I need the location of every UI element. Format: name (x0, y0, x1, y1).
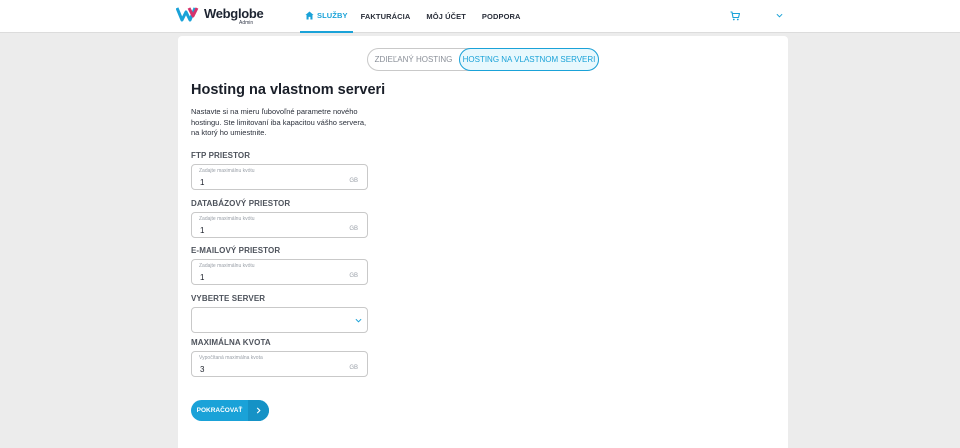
chevron-down-icon[interactable] (776, 12, 783, 19)
chevron-down-icon (355, 318, 362, 323)
nav-item-account[interactable]: MÔJ ÚČET (418, 0, 474, 33)
top-navigation-bar: Webglobe Admin SLUŽBY FAKTURÁCIA MÔJ ÚČE… (0, 0, 960, 33)
nav-label: MÔJ ÚČET (426, 12, 466, 21)
email-space-input[interactable]: Zadajte maximálnu kvótu 1 GB (191, 259, 368, 285)
tab-shared-hosting[interactable]: ZDIEĽANÝ HOSTING (368, 49, 459, 70)
ftp-space-label: FTP PRIESTOR (191, 151, 251, 160)
server-select[interactable] (191, 307, 368, 333)
ftp-space-value[interactable]: 1 (200, 178, 204, 187)
max-quota-label: MAXIMÁLNA KVOTA (191, 338, 271, 347)
nav-label: FAKTURÁCIA (360, 12, 411, 21)
database-space-input[interactable]: Zadajte maximálnu kvótu 1 GB (191, 212, 368, 238)
continue-button[interactable]: POKRAČOVAŤ (191, 400, 269, 421)
email-space-hint: Zadajte maximálnu kvótu (199, 263, 255, 269)
logo-subtitle: Admin (239, 20, 254, 26)
nav-item-billing[interactable]: FAKTURÁCIA (353, 0, 419, 33)
webglobe-logo[interactable]: Webglobe Admin (176, 5, 264, 27)
email-space-label: E-MAILOVÝ PRIESTOR (191, 246, 281, 255)
database-space-label: DATABÁZOVÝ PRIESTOR (191, 199, 291, 208)
nav-item-support[interactable]: PODPORA (474, 0, 529, 33)
max-quota-field: Vypočítaná maximálna kvota 3 GB (191, 351, 368, 377)
tab-own-server-hosting[interactable]: HOSTING NA VLASTNOM SERVERI (459, 48, 599, 71)
ftp-space-hint: Zadajte maximálnu kvótu (199, 168, 255, 174)
webglobe-logo-mark-icon (176, 7, 199, 22)
home-icon (305, 11, 314, 20)
cart-icon[interactable] (730, 11, 740, 21)
page-title: Hosting na vlastnom serveri (191, 82, 386, 98)
email-space-unit: GB (349, 273, 358, 279)
page-description: Nastavte si na mieru ľubovoľné parametre… (191, 107, 367, 137)
email-space-value[interactable]: 1 (200, 273, 204, 282)
nav-label: SLUŽBY (317, 11, 348, 20)
ftp-space-input[interactable]: Zadajte maximálnu kvótu 1 GB (191, 164, 368, 190)
database-space-value[interactable]: 1 (200, 226, 204, 235)
nav-item-services[interactable]: SLUŽBY (300, 0, 353, 33)
max-quota-value: 3 (200, 365, 205, 374)
chevron-right-icon (248, 400, 269, 421)
main-nav: SLUŽBY FAKTURÁCIA MÔJ ÚČET PODPORA (300, 0, 529, 33)
nav-label: PODPORA (481, 12, 521, 21)
database-space-hint: Zadajte maximálnu kvótu (199, 216, 255, 222)
max-quota-unit: GB (349, 365, 358, 371)
server-select-label: VYBERTE SERVER (191, 294, 266, 303)
max-quota-hint: Vypočítaná maximálna kvota (199, 355, 263, 361)
hosting-form-card: ZDIEĽANÝ HOSTING HOSTING NA VLASTNOM SER… (178, 36, 788, 448)
ftp-space-unit: GB (349, 178, 358, 184)
logo-text: Webglobe (204, 6, 264, 21)
continue-button-label: POKRAČOVAŤ (196, 407, 243, 414)
database-space-unit: GB (349, 226, 358, 232)
hosting-type-tabs: ZDIEĽANÝ HOSTING HOSTING NA VLASTNOM SER… (367, 48, 599, 71)
